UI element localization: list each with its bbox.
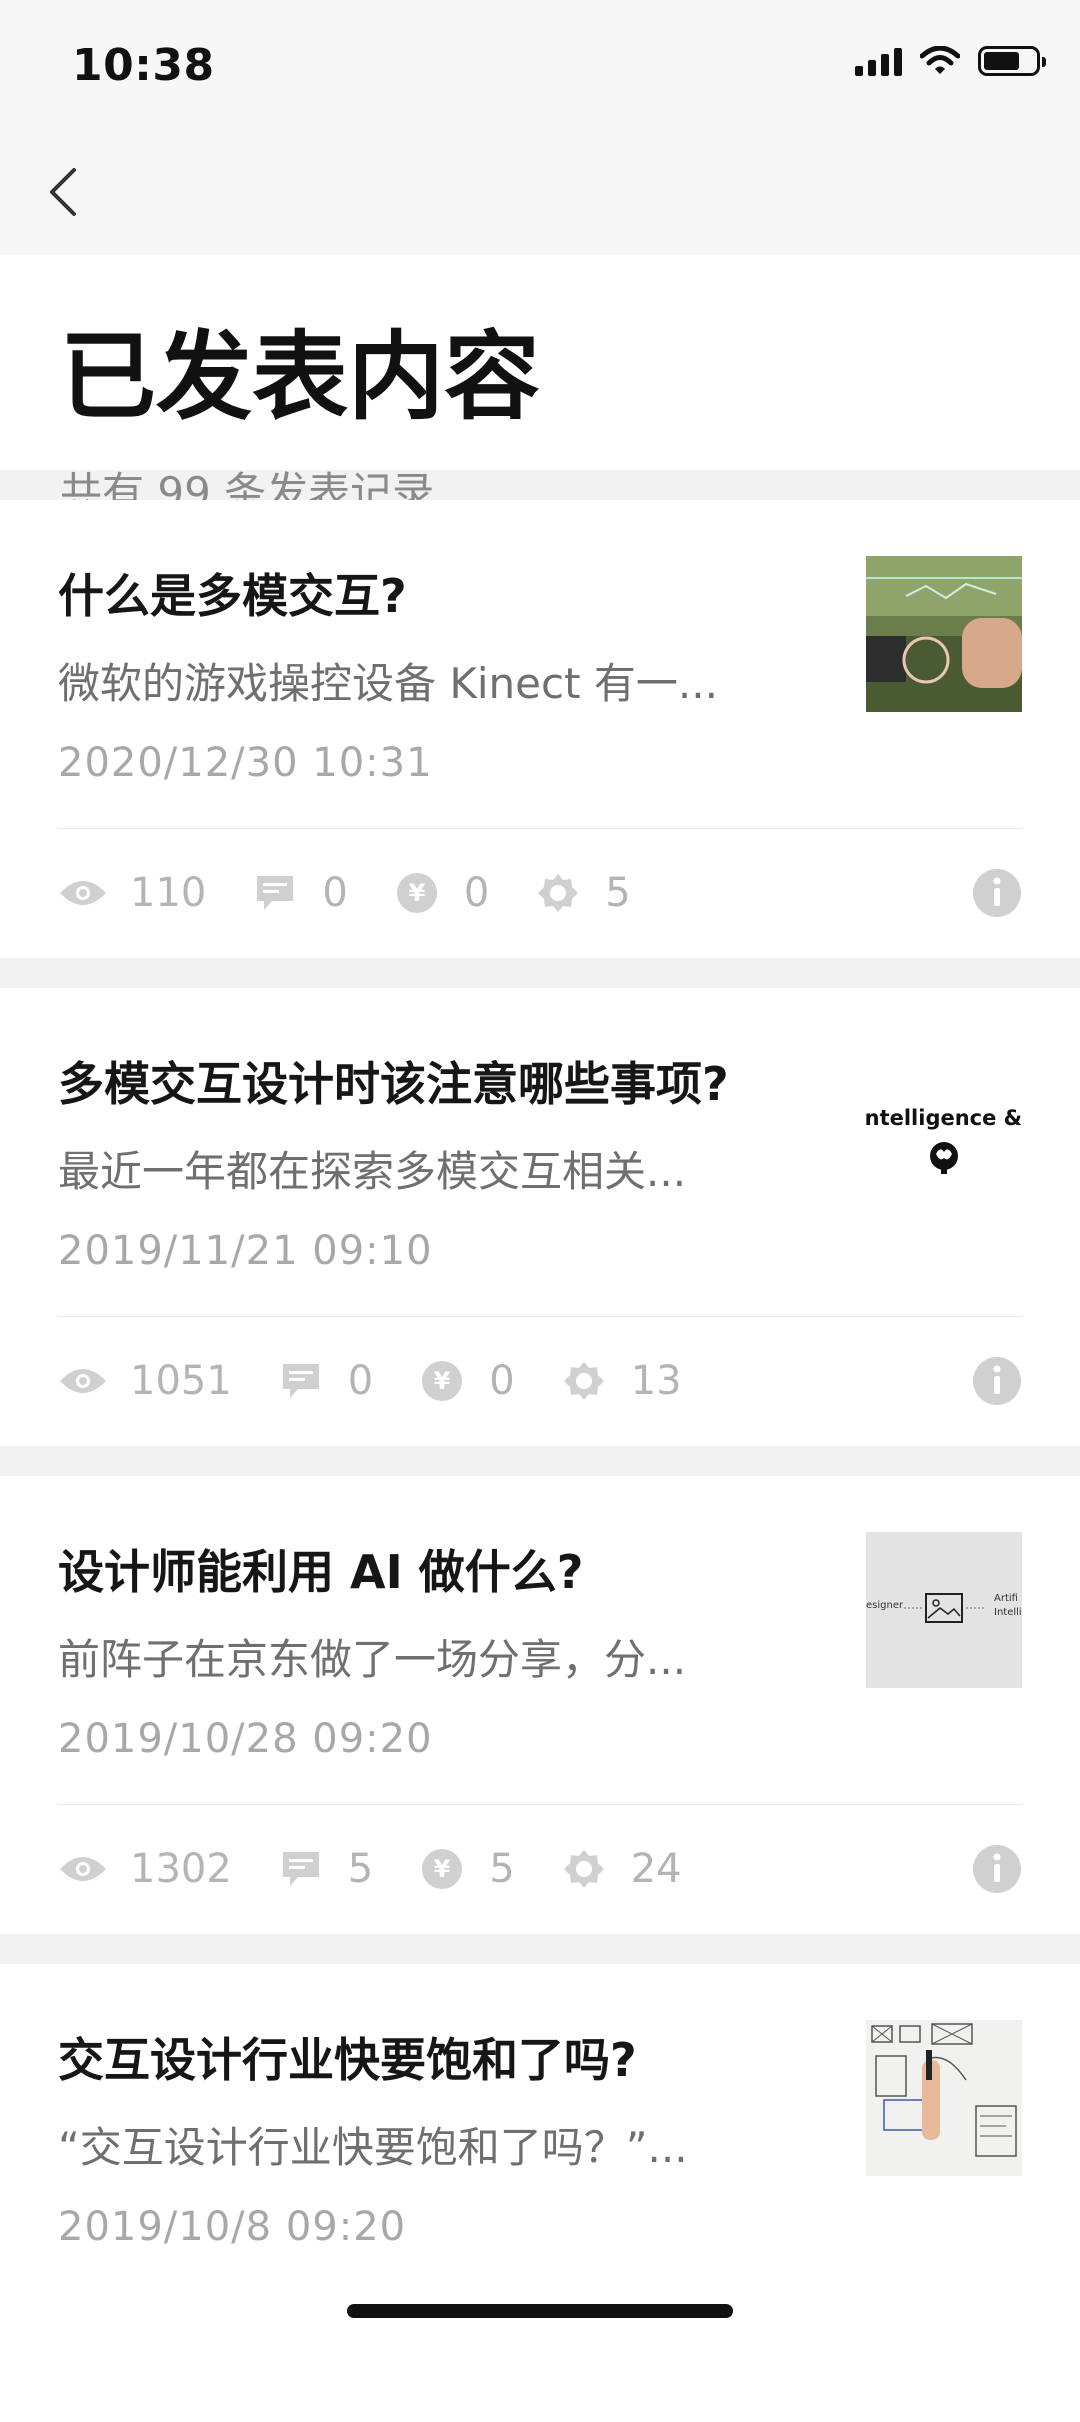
post-title[interactable]: 什么是多模交互? (58, 560, 407, 626)
post-date: 2019/11/21 09:10 (58, 1228, 433, 1274)
status-time: 10:38 (72, 40, 215, 91)
rewards-stat: ¥ 5 (417, 1844, 515, 1894)
post-info-button[interactable] (972, 1844, 1022, 1894)
views-stat: 110 (58, 868, 206, 918)
post-excerpt: 最近一年都在探索多模交互相关... (58, 1147, 687, 1196)
post-date: 2019/10/28 09:20 (58, 1716, 433, 1762)
post-stats: 110 0 ¥ 0 5 (58, 829, 1022, 957)
post-excerpt: “交互设计行业快要饱和了吗？”... (58, 2123, 688, 2172)
comments-stat: 0 (250, 868, 348, 918)
comments-count: 5 (347, 1846, 374, 1892)
page-title: 已发表内容 (60, 321, 540, 433)
post-title[interactable]: 多模交互设计时该注意哪些事项? (58, 1048, 729, 1114)
thumbnail-label-right: Artifi Intellig (994, 1593, 1022, 1618)
views-stat: 1302 (58, 1844, 232, 1894)
section-divider (0, 1446, 1080, 1476)
rewards-stat: ¥ 0 (392, 868, 489, 918)
likes-stat: 13 (559, 1356, 682, 1406)
thumbnail-sketch (871, 2023, 1017, 2157)
badge-icon (533, 868, 583, 918)
comments-stat: 5 (276, 1844, 373, 1894)
battery-icon (978, 46, 1046, 76)
likes-count: 5 (605, 870, 631, 916)
top-bar: 10:38 (0, 0, 1080, 255)
rewards-count: 5 (489, 1846, 515, 1892)
rewards-stat: ¥ 0 (417, 1356, 515, 1406)
post-date: 2019/10/8 09:20 (58, 2204, 407, 2250)
cellular-signal-icon (855, 46, 902, 76)
post-thumbnail[interactable] (866, 556, 1022, 712)
comment-icon (276, 1356, 326, 1406)
post-thumbnail[interactable]: esigner Artifi Intellig (866, 1532, 1022, 1688)
likes-stat: 24 (559, 1844, 682, 1894)
home-indicator[interactable] (347, 2304, 733, 2318)
status-icons (855, 46, 1046, 76)
comment-icon (250, 868, 300, 918)
section-divider (0, 1934, 1080, 1964)
rewards-count: 0 (489, 1358, 515, 1404)
views-stat: 1051 (58, 1356, 232, 1406)
post-stats: 1051 0 ¥ 0 13 (58, 1317, 1022, 1445)
eye-icon (58, 1844, 108, 1894)
post-title[interactable]: 交互设计行业快要饱和了吗? (58, 2024, 637, 2090)
post-thumbnail[interactable] (866, 2020, 1022, 2176)
views-count: 1051 (130, 1358, 232, 1404)
post-card[interactable]: 什么是多模交互? 微软的游戏操控设备 Kinect 有一... 2020/12/… (0, 500, 1080, 958)
yen-icon: ¥ (417, 1844, 467, 1894)
comments-count: 0 (322, 870, 348, 916)
post-info-button[interactable] (972, 868, 1022, 918)
post-excerpt: 前阵子在京东做了一场分享，分... (58, 1635, 687, 1684)
eye-icon (58, 868, 108, 918)
post-card[interactable]: 多模交互设计时该注意哪些事项? 最近一年都在探索多模交互相关... 2019/1… (0, 988, 1080, 1446)
yen-icon: ¥ (417, 1356, 467, 1406)
likes-count: 13 (630, 1358, 682, 1404)
post-title[interactable]: 设计师能利用 AI 做什么? (58, 1536, 583, 1602)
post-info-button[interactable] (972, 1356, 1022, 1406)
svg-text:¥: ¥ (408, 879, 425, 907)
chevron-left-icon (50, 168, 76, 216)
brain-icon (930, 1142, 958, 1174)
post-card[interactable]: 交互设计行业快要饱和了吗? “交互设计行业快要饱和了吗？”... 2019/10… (0, 1964, 1080, 2422)
badge-icon (559, 1356, 609, 1406)
thumbnail-text: al Intelligence & (866, 1106, 1022, 1130)
badge-icon (559, 1844, 609, 1894)
views-count: 110 (130, 870, 207, 916)
comments-count: 0 (347, 1358, 374, 1404)
post-stats: 1302 5 ¥ 5 24 (58, 1805, 1022, 1933)
post-card[interactable]: 设计师能利用 AI 做什么? 前阵子在京东做了一场分享，分... 2019/10… (0, 1476, 1080, 1934)
wifi-icon (920, 46, 960, 74)
likes-stat: 5 (533, 868, 631, 918)
info-icon (973, 1357, 1021, 1405)
svg-text:¥: ¥ (434, 1367, 451, 1395)
info-icon (973, 1845, 1021, 1893)
comments-stat: 0 (276, 1356, 373, 1406)
post-date: 2020/12/30 10:31 (58, 740, 433, 786)
comment-icon (276, 1844, 326, 1894)
post-excerpt: 微软的游戏操控设备 Kinect 有一... (58, 659, 718, 708)
back-button[interactable] (36, 150, 92, 230)
page-header: 已发表内容 共有 99 条发表记录 (0, 255, 1080, 517)
post-thumbnail[interactable]: al Intelligence & (866, 1044, 1022, 1200)
rewards-count: 0 (463, 870, 490, 916)
likes-count: 24 (630, 1846, 682, 1892)
thumbnail-photo (866, 556, 1022, 712)
info-icon (973, 869, 1021, 917)
svg-text:¥: ¥ (434, 1855, 451, 1883)
eye-icon (58, 1356, 108, 1406)
section-divider (0, 958, 1080, 988)
views-count: 1302 (130, 1846, 232, 1892)
yen-icon: ¥ (392, 868, 442, 918)
